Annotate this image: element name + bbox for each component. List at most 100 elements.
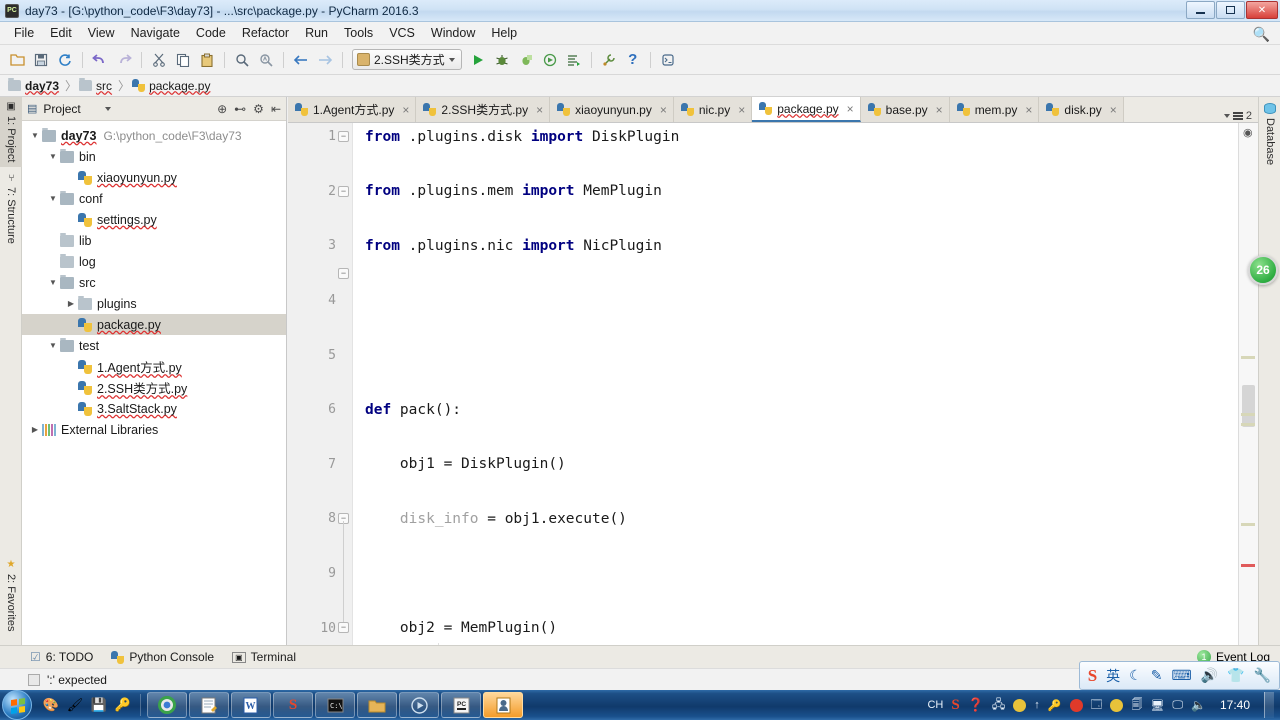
wrench-icon[interactable]: 🔧 <box>1254 667 1271 684</box>
palette-icon[interactable]: 🎨 <box>40 694 62 716</box>
chevron-down-icon[interactable]: ▼ <box>28 131 42 140</box>
target-icon[interactable]: ⊕ <box>217 102 227 116</box>
close-button[interactable]: ✕ <box>1246 1 1278 19</box>
tree-node[interactable]: xiaoyunyun.py <box>22 167 286 188</box>
show-desktop-button[interactable] <box>1264 692 1274 718</box>
code-editor[interactable]: 1 from .plugins.disk import DiskPlugin 2 fr… <box>288 123 1238 645</box>
save-all-icon[interactable] <box>30 49 52 71</box>
tree-node[interactable]: 1.Agent方式.py <box>22 356 286 377</box>
menu-run[interactable]: Run <box>297 23 336 43</box>
sidebar-item-project[interactable]: ▣ 1: Project <box>0 97 22 167</box>
code-fold-marker[interactable]: − <box>338 185 349 197</box>
pen-icon[interactable]: ✎ <box>1151 667 1163 684</box>
menu-tools[interactable]: Tools <box>336 23 381 43</box>
editor-tab[interactable]: base.py × <box>860 97 950 122</box>
editor-line[interactable]: 1 from .plugins.disk import DiskPlugin <box>288 123 1238 150</box>
close-icon[interactable]: × <box>738 103 745 117</box>
menu-edit[interactable]: Edit <box>42 23 80 43</box>
back-icon[interactable] <box>290 49 312 71</box>
copy-icon[interactable] <box>172 49 194 71</box>
editor-line[interactable]: 2 from .plugins.mem import MemPlugin <box>288 178 1238 205</box>
editor-line[interactable]: 5 <box>288 341 1238 368</box>
app-icon[interactable]: 🗔 <box>1091 696 1103 715</box>
menu-navigate[interactable]: Navigate <box>123 23 188 43</box>
run-icon[interactable] <box>467 49 489 71</box>
menu-file[interactable]: File <box>6 23 42 43</box>
forward-icon[interactable] <box>314 49 336 71</box>
editor-scrollbar-thumb[interactable] <box>1242 385 1255 427</box>
undo-icon[interactable] <box>89 49 111 71</box>
keyboard-icon[interactable]: ⌨ <box>1171 667 1191 684</box>
chevron-down-icon[interactable]: ▼ <box>46 194 60 203</box>
tree-node[interactable]: package.py <box>22 314 286 335</box>
editor-tab[interactable]: 2.SSH类方式.py × <box>416 97 551 122</box>
taskbar-button-explorer[interactable] <box>357 692 397 718</box>
open-folder-icon[interactable] <box>6 49 28 71</box>
cloud-icon[interactable] <box>1013 698 1027 712</box>
debug-icon[interactable] <box>491 49 513 71</box>
hide-icon[interactable]: ⇤ <box>271 102 281 116</box>
editor-line[interactable]: 7 obj1 = DiskPlugin() <box>288 451 1238 478</box>
editor-tab[interactable]: nic.py × <box>673 97 753 122</box>
collapse-all-icon[interactable]: ⊷ <box>234 102 246 116</box>
redo-icon[interactable] <box>113 49 135 71</box>
editor-line[interactable]: 10 obj2 = MemPlugin() <box>288 614 1238 641</box>
tree-node[interactable]: 3.SaltStack.py <box>22 398 286 419</box>
tree-node[interactable]: ▼ bin <box>22 146 286 167</box>
editor-marker[interactable] <box>1241 423 1255 426</box>
coverage-icon[interactable] <box>515 49 537 71</box>
taskbar-button-active-app[interactable] <box>483 692 523 718</box>
help-icon[interactable]: ? <box>622 49 644 71</box>
profile-icon[interactable] <box>539 49 561 71</box>
editor-marker[interactable] <box>1241 356 1255 359</box>
taskbar-button-chrome[interactable] <box>147 692 187 718</box>
tree-node[interactable]: ▶ plugins <box>22 293 286 314</box>
tree-node[interactable]: ▼ src <box>22 272 286 293</box>
chevron-down-icon[interactable]: ▼ <box>46 152 60 161</box>
breadcrumb-item-file[interactable]: package.py <box>130 79 216 93</box>
menu-vcs[interactable]: VCS <box>381 23 423 43</box>
run-with-console-icon[interactable] <box>563 49 585 71</box>
close-icon[interactable]: × <box>847 102 854 116</box>
close-icon[interactable]: × <box>402 103 409 117</box>
skin-icon[interactable]: 👕 <box>1227 667 1244 684</box>
close-icon[interactable]: × <box>1110 103 1117 117</box>
tree-node[interactable]: lib <box>22 230 286 251</box>
chevron-right-icon[interactable]: ▶ <box>28 425 42 434</box>
search-icon[interactable]: 🔍 <box>1253 26 1270 43</box>
menu-help[interactable]: Help <box>483 23 525 43</box>
volume-icon[interactable]: 🔈 <box>1191 698 1206 712</box>
tree-node[interactable]: ▶ External Libraries <box>22 419 286 440</box>
taskbar-button-word[interactable]: W <box>231 692 271 718</box>
key-icon[interactable]: 🔑 <box>112 694 134 716</box>
sogou-logo-icon[interactable]: S <box>951 697 959 714</box>
close-icon[interactable]: × <box>936 103 943 117</box>
run-configuration-selector[interactable]: 2.SSH类方式 <box>352 49 462 70</box>
editor-line[interactable]: 8 disk_info = obj1.execute() <box>288 505 1238 532</box>
taskbar-button-sogou[interactable]: S <box>273 692 313 718</box>
menu-window[interactable]: Window <box>423 23 483 43</box>
screen-icon[interactable]: 🖵 <box>1172 699 1183 712</box>
breadcrumb-item-src[interactable]: src <box>77 78 118 93</box>
editor-tab[interactable]: mem.py × <box>949 97 1040 122</box>
close-icon[interactable]: × <box>660 103 667 117</box>
taskbar-button-cmd[interactable]: C:\ <box>315 692 355 718</box>
floppy-save-icon[interactable]: 💾 <box>88 694 110 716</box>
code-fold-marker[interactable]: − <box>338 267 349 279</box>
tree-node[interactable]: 2.SSH类方式.py <box>22 377 286 398</box>
help-icon[interactable]: ❓ <box>968 697 984 713</box>
taskbar-clock[interactable]: 17:40 <box>1220 698 1250 712</box>
chevron-down-icon[interactable]: ▼ <box>46 278 60 287</box>
menu-refactor[interactable]: Refactor <box>234 23 297 43</box>
editor-line[interactable]: 6 def pack(): <box>288 396 1238 423</box>
editor-line[interactable]: 3 from .plugins.nic import NicPlugin <box>288 232 1238 259</box>
tree-node[interactable]: log <box>22 251 286 272</box>
paint-icon[interactable]: 🖌 <box>64 694 86 716</box>
code-fold-marker[interactable]: − <box>338 131 349 142</box>
network-icon[interactable]: 🖧 <box>992 695 1005 716</box>
editor-line[interactable]: 4 <box>288 287 1238 314</box>
menu-code[interactable]: Code <box>188 23 234 43</box>
tool-window-todo[interactable]: ☑ 6: TODO <box>30 650 93 664</box>
python-console-icon[interactable] <box>657 49 679 71</box>
taskbar-button-pycharm[interactable]: PC <box>441 692 481 718</box>
